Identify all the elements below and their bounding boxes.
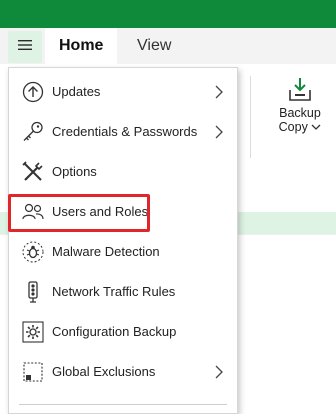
menu-item-updates[interactable]: Updates — [9, 72, 237, 112]
menu-item-users-and-roles[interactable]: Users and Roles — [8, 192, 237, 232]
backup-copy-label-line2: Copy — [268, 120, 332, 134]
exclusion-icon — [21, 360, 45, 384]
tab-bar: Home View — [0, 28, 336, 64]
backup-copy-icon — [268, 74, 332, 106]
bug-icon — [21, 240, 45, 264]
menu-item-label: Network Traffic Rules — [52, 284, 176, 299]
menu-item-global-exclusions[interactable]: Global Exclusions — [9, 352, 237, 392]
tab-home[interactable]: Home — [45, 28, 118, 64]
menu-item-label: Configuration Backup — [52, 324, 177, 339]
main-menu-button[interactable] — [8, 31, 42, 63]
key-icon — [21, 120, 45, 144]
menu-item-label: Credentials & Passwords — [52, 124, 198, 139]
arrow-up-icon — [21, 80, 45, 104]
menu-item-label: Options — [52, 164, 97, 179]
highlight-box — [8, 194, 150, 232]
title-bar — [0, 0, 336, 28]
backup-copy-label-line1: Backup — [279, 106, 321, 120]
ribbon-separator — [250, 76, 251, 158]
menu-item-label: Updates — [52, 84, 101, 99]
menu-item-malware-detection[interactable]: Malware Detection — [9, 232, 237, 272]
menu-item-label: Malware Detection — [52, 244, 160, 259]
menu-item-configuration-backup[interactable]: Configuration Backup — [9, 312, 237, 352]
tab-view[interactable]: View — [123, 28, 185, 64]
hamburger-icon — [18, 38, 32, 56]
traffic-light-icon — [21, 280, 45, 304]
backup-copy-button[interactable]: Backup Copy — [268, 74, 332, 154]
chevron-right-icon — [213, 85, 225, 99]
main-menu-dropdown: Updates Credentials & Passwords Options … — [8, 67, 238, 414]
menu-divider — [19, 404, 227, 405]
tools-icon — [21, 160, 45, 184]
chevron-down-icon — [311, 120, 321, 134]
chevron-right-icon — [213, 365, 225, 379]
menu-item-credentials[interactable]: Credentials & Passwords — [9, 112, 237, 152]
menu-item-options[interactable]: Options — [9, 152, 237, 192]
gear-icon — [21, 320, 45, 344]
chevron-right-icon — [213, 125, 225, 139]
menu-item-network-traffic-rules[interactable]: Network Traffic Rules — [9, 272, 237, 312]
menu-item-label: Global Exclusions — [52, 364, 156, 379]
